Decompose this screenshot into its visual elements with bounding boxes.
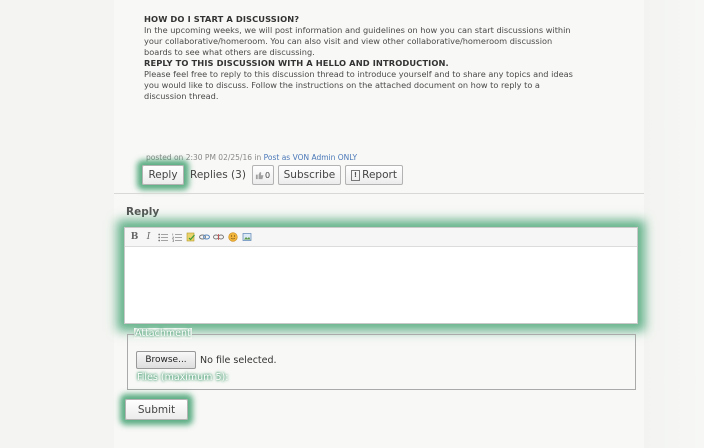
attachment-fieldset: Attachment Browse... No file selected. F… [127, 328, 636, 390]
browse-button[interactable]: Browse... [136, 351, 196, 369]
post-heading-reply: REPLY TO THIS DISCUSSION WITH A HELLO AN… [144, 58, 449, 68]
bulleted-list-icon[interactable] [157, 232, 168, 243]
post-paragraph-line: boards to see what others are discussing… [144, 47, 315, 57]
post-paragraph-line: you would like to discuss. Follow the in… [144, 80, 540, 90]
post-actions: Reply Replies (3) 0 Subscribe ! Report [142, 164, 403, 186]
submit-button[interactable]: Submit [125, 399, 188, 420]
file-status: No file selected. [200, 354, 277, 366]
report-label: Report [362, 169, 397, 181]
bold-icon[interactable]: B [129, 232, 140, 243]
like-button[interactable]: 0 [251, 165, 274, 185]
link-icon[interactable] [199, 232, 210, 243]
post-paragraph-line: discussion thread. [144, 91, 219, 101]
report-icon: ! [350, 169, 361, 181]
smiley-icon[interactable] [227, 232, 238, 243]
editor-toolbar: B I [125, 228, 637, 247]
post-paragraph-line: In the upcoming weeks, we will post info… [144, 25, 571, 35]
image-icon[interactable] [241, 232, 252, 243]
meta-time: 2:30 PM 02/25/16 [185, 153, 252, 162]
like-count: 0 [264, 170, 271, 180]
meta-prefix: posted on [146, 153, 184, 162]
discussion-post: HOW DO I START A DISCUSSION? In the upco… [144, 14, 634, 102]
reply-editor: B I [124, 227, 638, 324]
post-paragraph-line: Please feel free to reply to this discus… [144, 69, 573, 79]
italic-icon[interactable]: I [143, 232, 154, 243]
spellcheck-icon[interactable] [185, 232, 196, 243]
post-paragraph-line: your collaborative/homeroom. You can als… [144, 36, 553, 46]
page-margin [644, 0, 704, 448]
file-input-row: Browse... No file selected. [136, 351, 277, 369]
numbered-list-icon[interactable] [171, 232, 182, 243]
divider [114, 193, 644, 194]
subscribe-button[interactable]: Subscribe [277, 165, 341, 185]
thumbs-up-icon [255, 171, 264, 179]
reply-button[interactable]: Reply [142, 165, 184, 185]
reply-heading: Reply [126, 206, 160, 218]
attachment-legend: Attachment [134, 328, 192, 339]
unlink-icon[interactable] [213, 232, 224, 243]
meta-in: in [254, 153, 262, 162]
editor-textarea[interactable] [125, 247, 637, 324]
files-max-label: Files (maximum 5): [137, 372, 229, 383]
report-button[interactable]: ! Report [344, 165, 403, 185]
post-meta: posted on 2:30 PM 02/25/16 in Post as VO… [146, 153, 357, 162]
meta-location-link[interactable]: Post as VON Admin ONLY [264, 153, 357, 162]
post-heading-start: HOW DO I START A DISCUSSION? [144, 14, 300, 24]
replies-link[interactable]: Replies (3) [188, 165, 248, 185]
